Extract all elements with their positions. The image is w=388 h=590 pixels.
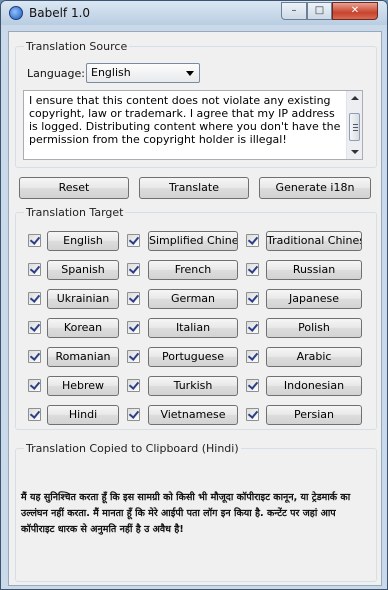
checkbox-hindi[interactable] (28, 408, 41, 421)
language-button-hebrew[interactable]: Hebrew (47, 376, 119, 396)
generate-i18n-button[interactable]: Generate i18n (259, 177, 371, 199)
minimize-button[interactable]: – (281, 2, 307, 20)
translation-target-title: Translation Target (24, 206, 126, 219)
language-button-persian[interactable]: Persian (266, 405, 362, 425)
language-button-vietnamese[interactable]: Vietnamese (148, 405, 238, 425)
language-button-arabic[interactable]: Arabic (266, 347, 362, 367)
app-window: Babelf 1.0 – □ ✕ Translation Source Lang… (0, 0, 388, 590)
checkbox-italian[interactable] (127, 321, 140, 334)
source-language-value: English (91, 66, 131, 79)
language-button-turkish[interactable]: Turkish (148, 376, 238, 396)
close-button[interactable]: ✕ (332, 2, 378, 20)
language-button-german[interactable]: German (148, 289, 238, 309)
checkbox-indonesian[interactable] (246, 379, 259, 392)
checkbox-korean[interactable] (28, 321, 41, 334)
reset-button[interactable]: Reset (19, 177, 129, 199)
language-button-portuguese[interactable]: Portuguese (148, 347, 238, 367)
language-button-korean[interactable]: Korean (47, 318, 119, 338)
source-text: I ensure that this content does not viol… (29, 94, 341, 146)
translation-source-title: Translation Source (24, 40, 130, 53)
source-text-scrollbar[interactable] (346, 91, 362, 159)
checkbox-persian[interactable] (246, 408, 259, 421)
checkbox-arabic[interactable] (246, 350, 259, 363)
checkbox-portuguese[interactable] (127, 350, 140, 363)
language-button-italian[interactable]: Italian (148, 318, 238, 338)
language-button-indonesian[interactable]: Indonesian (266, 376, 362, 396)
translate-button[interactable]: Translate (139, 177, 249, 199)
source-language-select[interactable]: English (86, 63, 200, 83)
scroll-thumb[interactable] (349, 113, 360, 141)
language-button-simplified-chinese[interactable]: Simplified Chinese (148, 231, 238, 251)
checkbox-spanish[interactable] (28, 263, 41, 276)
checkbox-russian[interactable] (246, 263, 259, 276)
window-title: Babelf 1.0 (29, 6, 91, 20)
checkbox-romanian[interactable] (28, 350, 41, 363)
checkbox-ukrainian[interactable] (28, 292, 41, 305)
checkbox-german[interactable] (127, 292, 140, 305)
language-button-russian[interactable]: Russian (266, 260, 362, 280)
checkbox-turkish[interactable] (127, 379, 140, 392)
translated-text: मैं यह सुनिश्चित करता हूँ कि इस सामग्री … (21, 492, 351, 535)
language-button-spanish[interactable]: Spanish (47, 260, 119, 280)
language-button-romanian[interactable]: Romanian (47, 347, 119, 367)
checkbox-traditional-chinese[interactable] (246, 234, 259, 247)
language-label: Language: (27, 67, 85, 80)
checkbox-japanese[interactable] (246, 292, 259, 305)
maximize-button[interactable]: □ (307, 2, 332, 20)
source-text-input[interactable]: I ensure that this content does not viol… (23, 90, 363, 160)
language-button-hindi[interactable]: Hindi (47, 405, 119, 425)
scroll-up-icon[interactable] (351, 96, 359, 100)
language-button-ukrainian[interactable]: Ukrainian (47, 289, 119, 309)
scroll-down-icon[interactable] (351, 150, 359, 154)
language-button-polish[interactable]: Polish (266, 318, 362, 338)
language-button-traditional-chinese[interactable]: Traditional Chinese (266, 231, 362, 251)
client-area: Translation Source Language: English I e… (8, 31, 382, 586)
title-bar[interactable]: Babelf 1.0 – □ ✕ (1, 1, 387, 25)
language-button-japanese[interactable]: Japanese (266, 289, 362, 309)
checkbox-hebrew[interactable] (28, 379, 41, 392)
chevron-down-icon (186, 71, 194, 76)
checkbox-vietnamese[interactable] (127, 408, 140, 421)
language-button-english[interactable]: English (47, 231, 119, 251)
app-globe-icon (9, 6, 23, 20)
checkbox-english[interactable] (28, 234, 41, 247)
checkbox-french[interactable] (127, 263, 140, 276)
language-button-french[interactable]: French (148, 260, 238, 280)
checkbox-polish[interactable] (246, 321, 259, 334)
translation-output-title: Translation Copied to Clipboard (Hindi) (24, 442, 241, 455)
checkbox-simplified-chinese[interactable] (127, 234, 140, 247)
